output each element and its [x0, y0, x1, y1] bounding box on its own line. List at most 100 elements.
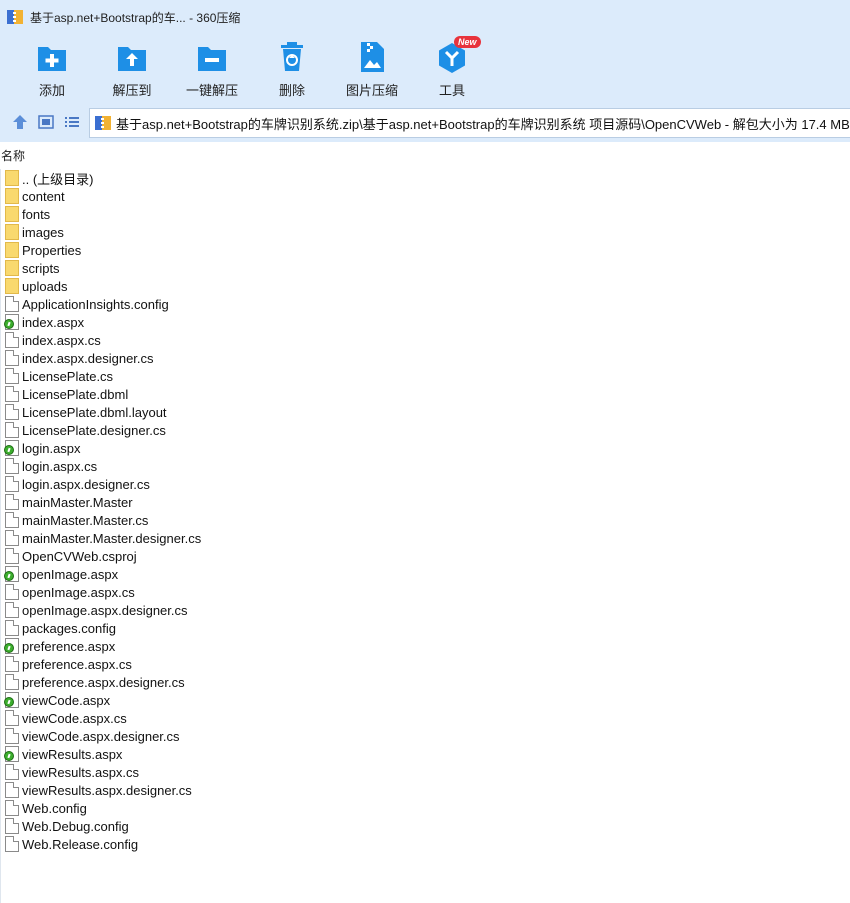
list-item[interactable]: openImage.aspx.designer.cs: [5, 601, 188, 619]
file-icon: [5, 548, 19, 564]
list-item[interactable]: openImage.aspx.cs: [5, 583, 135, 601]
extract-to-button[interactable]: 解压到: [92, 38, 172, 98]
list-item[interactable]: packages.config: [5, 619, 116, 637]
file-name: packages.config: [22, 620, 116, 636]
file-icon: [5, 368, 19, 384]
list-item[interactable]: Web.Release.config: [5, 835, 138, 853]
file-name: index.aspx: [22, 314, 85, 330]
toolbar: 添加 解压到 一键解压 删除 图片压缩 New 工具: [0, 34, 850, 102]
file-name: LicensePlate.dbml.layout: [22, 404, 167, 420]
list-item[interactable]: LicensePlate.dbml: [5, 385, 128, 403]
file-name: viewCode.aspx.designer.cs: [22, 728, 180, 744]
thumbnail-view-icon[interactable]: [37, 113, 55, 131]
aspx-file-icon: [4, 746, 19, 762]
list-view-icon[interactable]: [63, 113, 81, 131]
list-item[interactable]: LicensePlate.dbml.layout: [5, 403, 167, 421]
column-header-name[interactable]: 名称: [0, 145, 850, 165]
list-item[interactable]: index.aspx: [4, 313, 85, 331]
list-item[interactable]: uploads: [5, 277, 68, 295]
list-item[interactable]: viewResults.aspx.designer.cs: [5, 781, 192, 799]
folder-icon: [5, 188, 19, 204]
add-button[interactable]: 添加: [12, 38, 92, 98]
list-item[interactable]: mainMaster.Master: [5, 493, 133, 511]
list-item[interactable]: login.aspx.cs: [5, 457, 97, 475]
file-icon: [5, 350, 19, 366]
file-name: .. (上级目录): [22, 171, 94, 187]
file-name: LicensePlate.dbml: [22, 386, 129, 402]
list-item[interactable]: mainMaster.Master.designer.cs: [5, 529, 201, 547]
folder-icon: [5, 224, 19, 240]
list-item[interactable]: viewCode.aspx.cs: [5, 709, 127, 727]
file-icon: [5, 818, 19, 834]
list-item[interactable]: LicensePlate.cs: [5, 367, 113, 385]
list-item[interactable]: Properties: [5, 241, 81, 259]
one-click-extract-button[interactable]: 一键解压: [172, 38, 252, 98]
list-item[interactable]: preference.aspx.designer.cs: [5, 673, 185, 691]
list-item[interactable]: openImage.aspx: [4, 565, 119, 583]
file-name: mainMaster.Master: [22, 494, 133, 510]
list-item[interactable]: Web.Debug.config: [5, 817, 129, 835]
file-icon: [5, 674, 19, 690]
list-item[interactable]: viewCode.aspx: [4, 691, 111, 709]
tools-label: 工具: [438, 83, 465, 98]
list-item[interactable]: ApplicationInsights.config: [5, 295, 169, 313]
add-label: 添加: [38, 83, 65, 98]
file-icon: [5, 584, 19, 600]
list-item[interactable]: preference.aspx: [4, 637, 115, 655]
list-item[interactable]: LicensePlate.designer.cs: [5, 421, 166, 439]
list-item[interactable]: images: [5, 223, 64, 241]
file-icon: [5, 800, 19, 816]
file-icon: [5, 458, 19, 474]
column-name-label: 名称: [1, 148, 26, 163]
file-name: preference.aspx.cs: [22, 656, 132, 672]
list-item[interactable]: viewCode.aspx.designer.cs: [5, 727, 180, 745]
navigation-bar: 基于asp.net+Bootstrap的车牌识别系统.zip\基于asp.net…: [0, 102, 850, 142]
up-arrow-icon[interactable]: [11, 113, 29, 131]
path-text: 基于asp.net+Bootstrap的车牌识别系统.zip\基于asp.net…: [116, 116, 850, 132]
list-item[interactable]: index.aspx.designer.cs: [5, 349, 154, 367]
list-item[interactable]: Web.config: [5, 799, 87, 817]
file-name: viewCode.aspx: [22, 692, 111, 708]
list-item[interactable]: OpenCVWeb.csproj: [5, 547, 137, 565]
file-icon: [5, 296, 19, 312]
file-name: Properties: [22, 242, 82, 258]
file-name: OpenCVWeb.csproj: [22, 548, 137, 564]
aspx-file-icon: [4, 638, 19, 654]
new-badge: New: [454, 36, 481, 48]
image-compress-button[interactable]: 图片压缩: [332, 38, 412, 98]
title-bar: 基于asp.net+Bootstrap的车... - 360压缩: [0, 0, 850, 34]
list-item[interactable]: mainMaster.Master.cs: [5, 511, 148, 529]
list-item[interactable]: viewResults.aspx: [4, 745, 122, 763]
file-icon: [5, 836, 19, 852]
extract-to-label: 解压到: [112, 83, 152, 98]
file-icon: [5, 728, 19, 744]
file-icon: [5, 782, 19, 798]
delete-label: 删除: [278, 83, 305, 98]
add-icon: [36, 41, 68, 73]
list-item[interactable]: index.aspx.cs: [5, 331, 101, 349]
file-name: preference.aspx.designer.cs: [22, 674, 185, 690]
list-item[interactable]: preference.aspx.cs: [5, 655, 132, 673]
file-name: openImage.aspx: [22, 566, 119, 582]
file-name: images: [22, 224, 64, 240]
file-name: mainMaster.Master.cs: [22, 512, 149, 528]
list-item[interactable]: scripts: [5, 259, 60, 277]
list-item[interactable]: .. (上级目录): [5, 169, 94, 187]
list-item[interactable]: fonts: [5, 205, 50, 223]
file-icon: [5, 602, 19, 618]
list-item[interactable]: content: [5, 187, 65, 205]
delete-button[interactable]: 删除: [252, 38, 332, 98]
file-icon: [5, 710, 19, 726]
folder-icon: [5, 170, 19, 186]
one-click-extract-label: 一键解压: [185, 83, 238, 98]
tools-button[interactable]: New 工具: [412, 36, 492, 98]
file-name: login.aspx: [22, 440, 81, 456]
file-name: ApplicationInsights.config: [22, 296, 169, 312]
list-item[interactable]: login.aspx.designer.cs: [5, 475, 150, 493]
list-item[interactable]: login.aspx: [4, 439, 81, 457]
list-item[interactable]: viewResults.aspx.cs: [5, 763, 139, 781]
file-name: index.aspx.cs: [22, 332, 101, 348]
path-address-bar[interactable]: 基于asp.net+Bootstrap的车牌识别系统.zip\基于asp.net…: [89, 108, 850, 138]
window-title: 基于asp.net+Bootstrap的车... - 360压缩: [30, 10, 241, 25]
file-name: Web.Debug.config: [22, 818, 129, 834]
